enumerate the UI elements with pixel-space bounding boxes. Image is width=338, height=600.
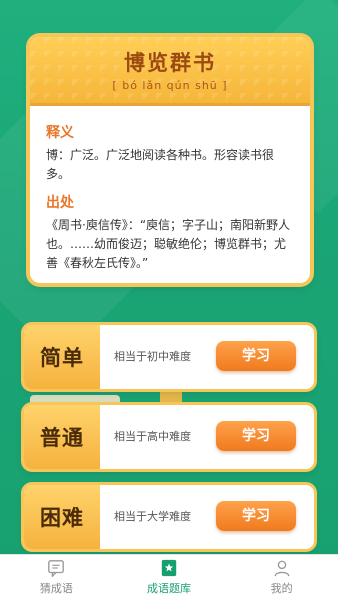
source-heading: 出处 <box>46 195 74 211</box>
level-description: 相当于大学难度 <box>114 510 191 523</box>
idiom-card: 博览群书 [ bó lǎn qún shū ] 释义 博：广泛。广泛地阅读各种书… <box>30 37 310 283</box>
nav-mine[interactable]: 我的 <box>225 555 338 600</box>
meaning-heading: 释义 <box>46 125 74 141</box>
chat-icon <box>48 560 65 577</box>
level-label: 普通 <box>24 405 100 469</box>
study-hard-button[interactable]: 学习 <box>216 501 296 531</box>
nav-guess-idiom[interactable]: 猜成语 <box>0 555 113 600</box>
idiom-pinyin: [ bó lǎn qún shū ] <box>112 79 228 92</box>
idiom-card-header: 博览群书 [ bó lǎn qún shū ] <box>30 37 310 106</box>
level-normal: 普通 相当于高中难度 学习 <box>24 405 314 469</box>
nav-label: 猜成语 <box>39 582 73 595</box>
idiom-title: 博览群书 <box>124 51 216 75</box>
study-easy-button[interactable]: 学习 <box>216 341 296 371</box>
level-description: 相当于初中难度 <box>114 350 191 363</box>
level-label: 简单 <box>24 325 100 389</box>
source-text: 《周书·庾信传》：“庾信；字子山；南阳新野人也。……幼而俊迈；聪敏绝伦；博览群书… <box>46 218 291 270</box>
level-hard: 困难 相当于大学难度 学习 <box>24 485 314 549</box>
user-icon <box>274 560 290 577</box>
bottom-nav: 猜成语 成语题库 我的 <box>0 554 338 600</box>
nav-idiom-bank[interactable]: 成语题库 <box>113 555 226 600</box>
idiom-card-body: 释义 博：广泛。广泛地阅读各种书。形容读书很多。 出处 《周书·庾信传》：“庾信… <box>30 106 310 273</box>
star-book-icon <box>161 559 177 577</box>
level-easy: 简单 相当于初中难度 学习 <box>24 325 314 389</box>
study-normal-button[interactable]: 学习 <box>216 421 296 451</box>
nav-label: 我的 <box>270 582 293 595</box>
level-label: 困难 <box>24 485 100 549</box>
meaning-text: 博：广泛。广泛地阅读各种书。形容读书很多。 <box>46 148 275 181</box>
nav-label: 成语题库 <box>147 582 191 595</box>
level-description: 相当于高中难度 <box>114 430 191 443</box>
